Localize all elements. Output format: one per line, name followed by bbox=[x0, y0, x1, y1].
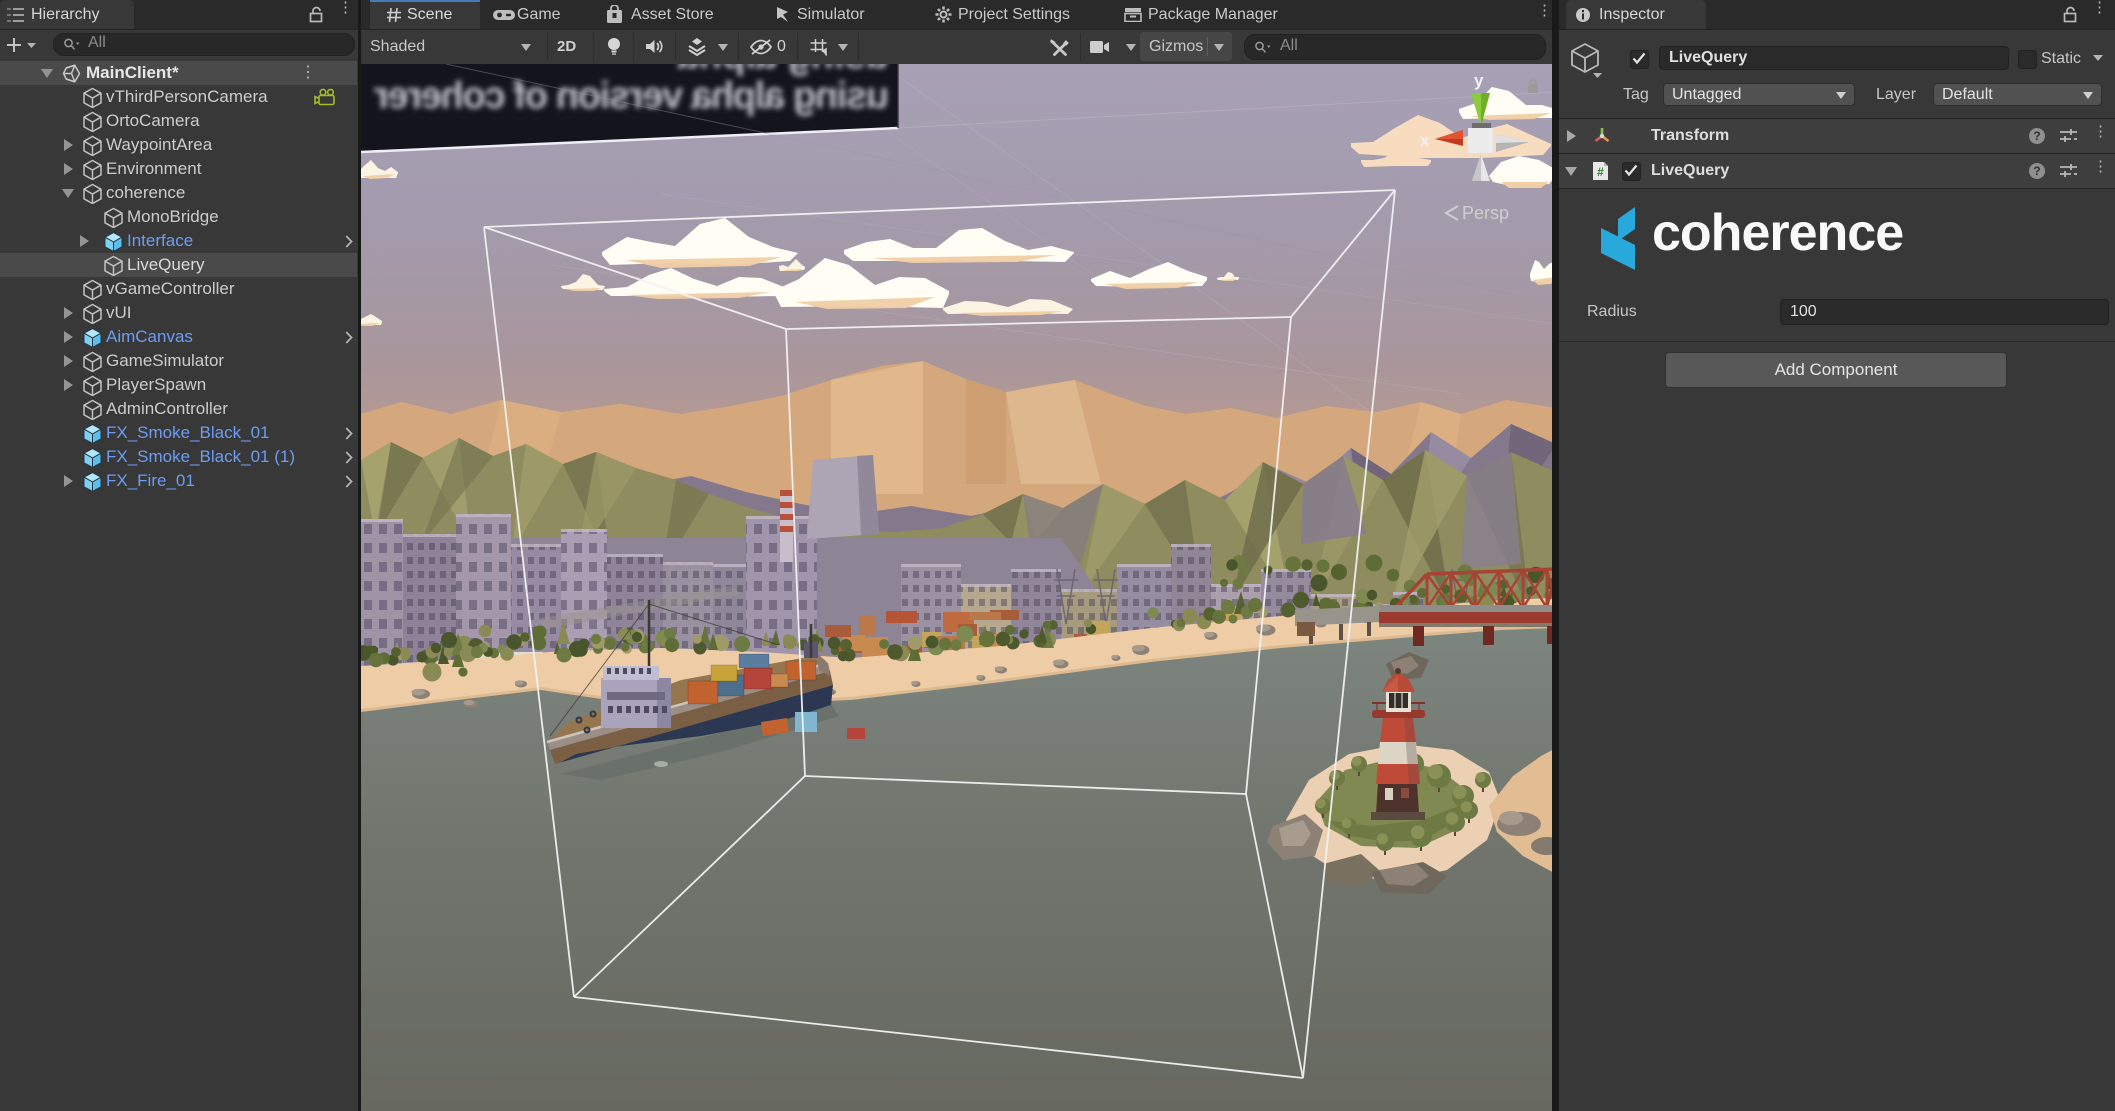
svg-text:y: y bbox=[1474, 71, 1484, 90]
svg-text:using alpha: using alpha bbox=[677, 64, 889, 77]
svg-text:Persp: Persp bbox=[1462, 203, 1509, 223]
svg-text:?: ? bbox=[2033, 129, 2040, 143]
svg-text:using alpha version of coherer: using alpha version of coherer bbox=[374, 75, 889, 117]
svg-text:#: # bbox=[1597, 165, 1604, 179]
svg-text:?: ? bbox=[2033, 164, 2040, 178]
svg-text:x: x bbox=[1420, 131, 1430, 150]
